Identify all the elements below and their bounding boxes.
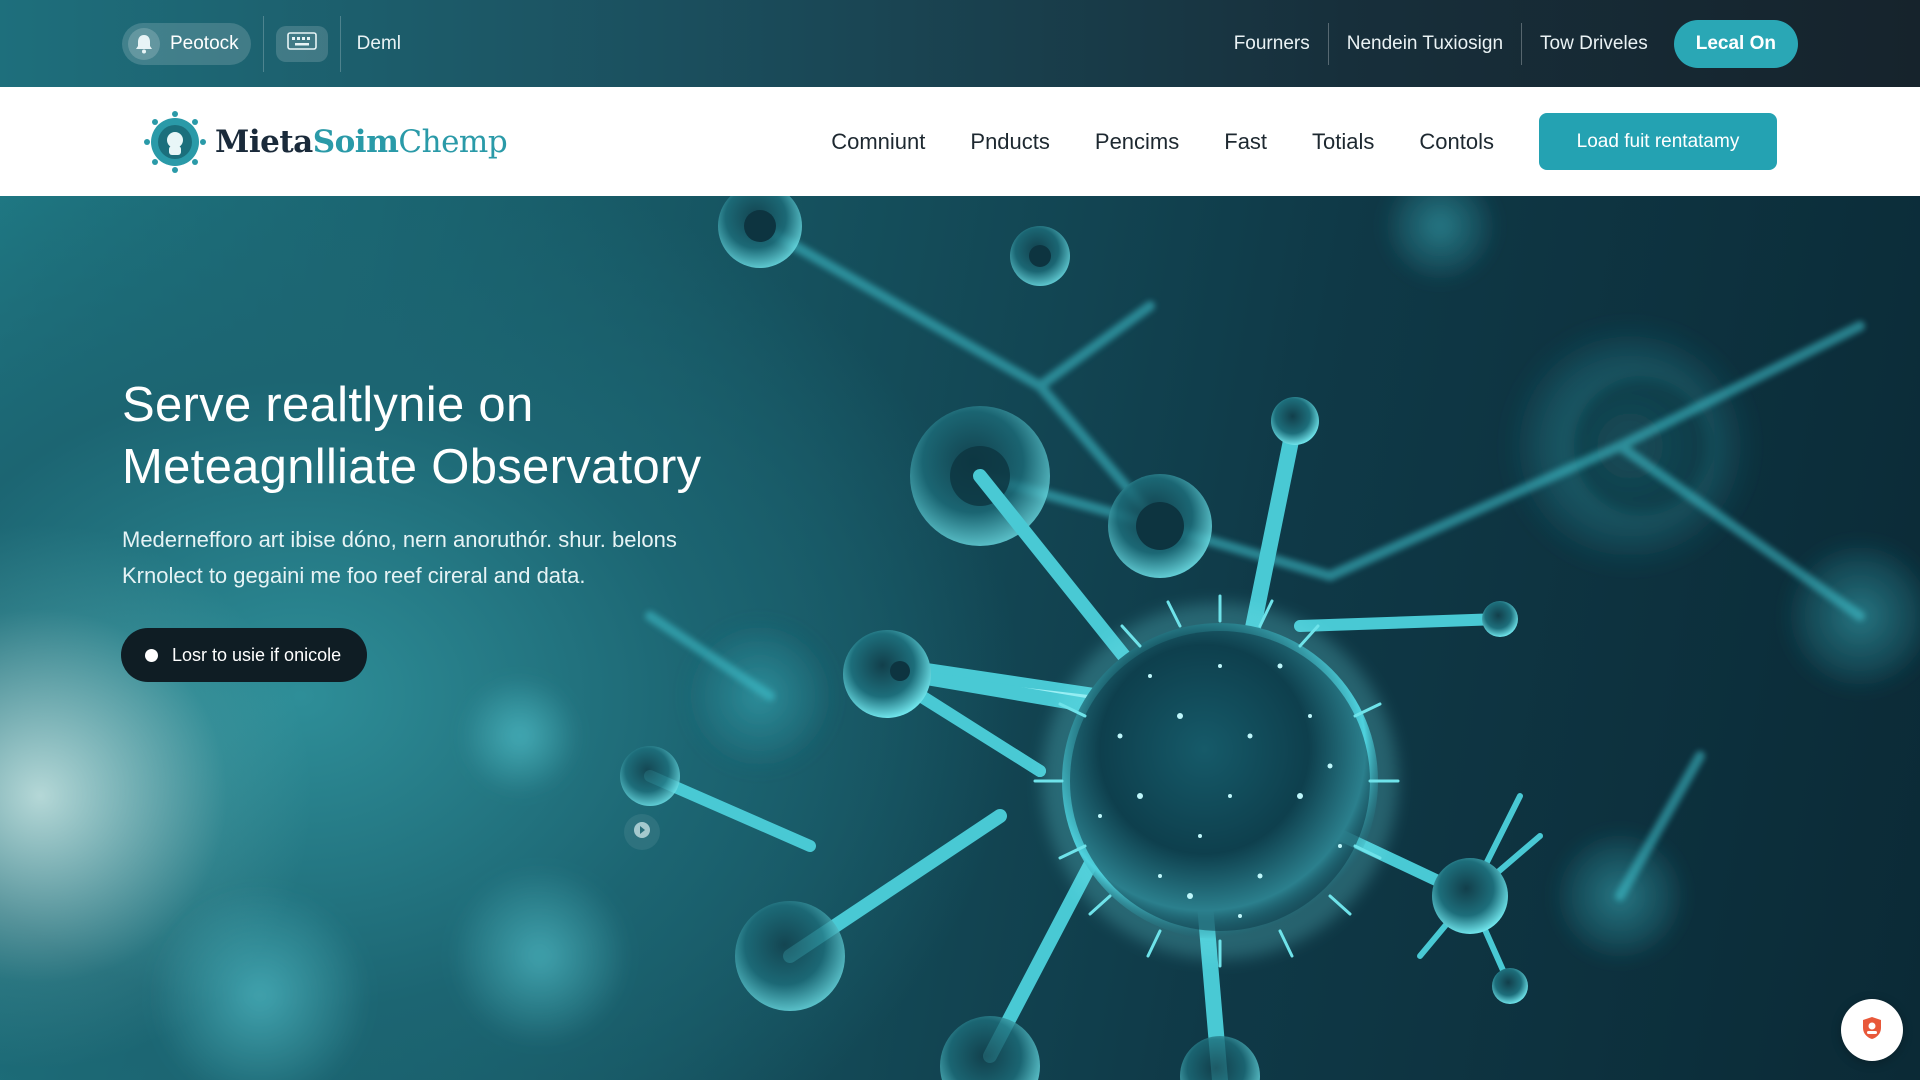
hero-section: Serve realtlynie on Meteagnlliate Observ… [0, 196, 1920, 1080]
top-link-nendein[interactable]: Nendein Tuxiosign [1329, 33, 1521, 55]
logo-icon [144, 110, 206, 173]
play-icon [633, 821, 651, 844]
logo-text: MietaSoimChemp [215, 123, 508, 160]
carousel-indicator[interactable] [624, 814, 660, 850]
nav-links: Comniunt Pnducts Pencims Fast Totials Co… [831, 129, 1494, 155]
logo-text-part2: Soim [312, 123, 399, 160]
help-icon [1859, 1015, 1885, 1046]
hero-subtitle: Medernefforo art ibise dóno, nern anorut… [122, 522, 842, 594]
keyboard-button[interactable] [275, 25, 328, 62]
site-logo[interactable]: MietaSoimChemp [143, 110, 508, 174]
logo-text-part3: Chemp [398, 123, 508, 160]
nav-item-pnducts[interactable]: Pnducts [970, 129, 1050, 155]
nav-item-contols[interactable]: Contols [1419, 129, 1494, 155]
top-link-fourners[interactable]: Fourners [1216, 33, 1328, 55]
main-navigation: MietaSoimChemp Comniunt Pnducts Pencims … [0, 87, 1920, 196]
keyboard-icon [286, 32, 317, 55]
hero-title-line2: Meteagnlliate Observatory [122, 440, 702, 494]
hero-cta-button[interactable]: Losr to usie if onicole [121, 628, 368, 682]
top-link-tow-driveles[interactable]: Tow Driveles [1522, 33, 1666, 55]
nav-item-comniunt[interactable]: Comniunt [831, 129, 925, 155]
top-utility-bar: Peotock Deml Fourners Nendein Tuxiosign … [0, 0, 1920, 87]
hero-title: Serve realtlynie on Meteagnlliate Observ… [122, 374, 701, 498]
hero-title-line1: Serve realtlynie on [122, 378, 534, 432]
hero-subtitle-line1: Medernefforo art ibise dóno, nern anorut… [122, 527, 677, 552]
pill-label: Peotock [170, 32, 239, 54]
top-bar-right: Fourners Nendein Tuxiosign Tow Driveles … [1216, 0, 1798, 87]
dot-icon [145, 648, 158, 662]
hero-subtitle-line2: Krnolect to gegaini me foo reef cireral … [122, 563, 586, 588]
divider [262, 15, 264, 72]
bell-icon [128, 27, 160, 60]
nav-item-fast[interactable]: Fast [1224, 129, 1267, 155]
locate-button[interactable]: Lecal On [1673, 19, 1798, 68]
nav-item-pencims[interactable]: Pencims [1095, 129, 1179, 155]
demo-link[interactable]: Deml [357, 33, 401, 55]
logo-text-part1: Mieta [215, 123, 313, 160]
cta-button[interactable]: Load fuit rentatamy [1539, 113, 1777, 170]
help-chat-button[interactable] [1841, 999, 1903, 1061]
nav-item-totials[interactable]: Totials [1312, 129, 1374, 155]
top-bar-left: Peotock Deml [122, 0, 401, 87]
hero-cta-label: Losr to usie if onicole [172, 644, 342, 665]
notification-pill[interactable]: Peotock [122, 22, 251, 65]
divider [339, 15, 341, 72]
